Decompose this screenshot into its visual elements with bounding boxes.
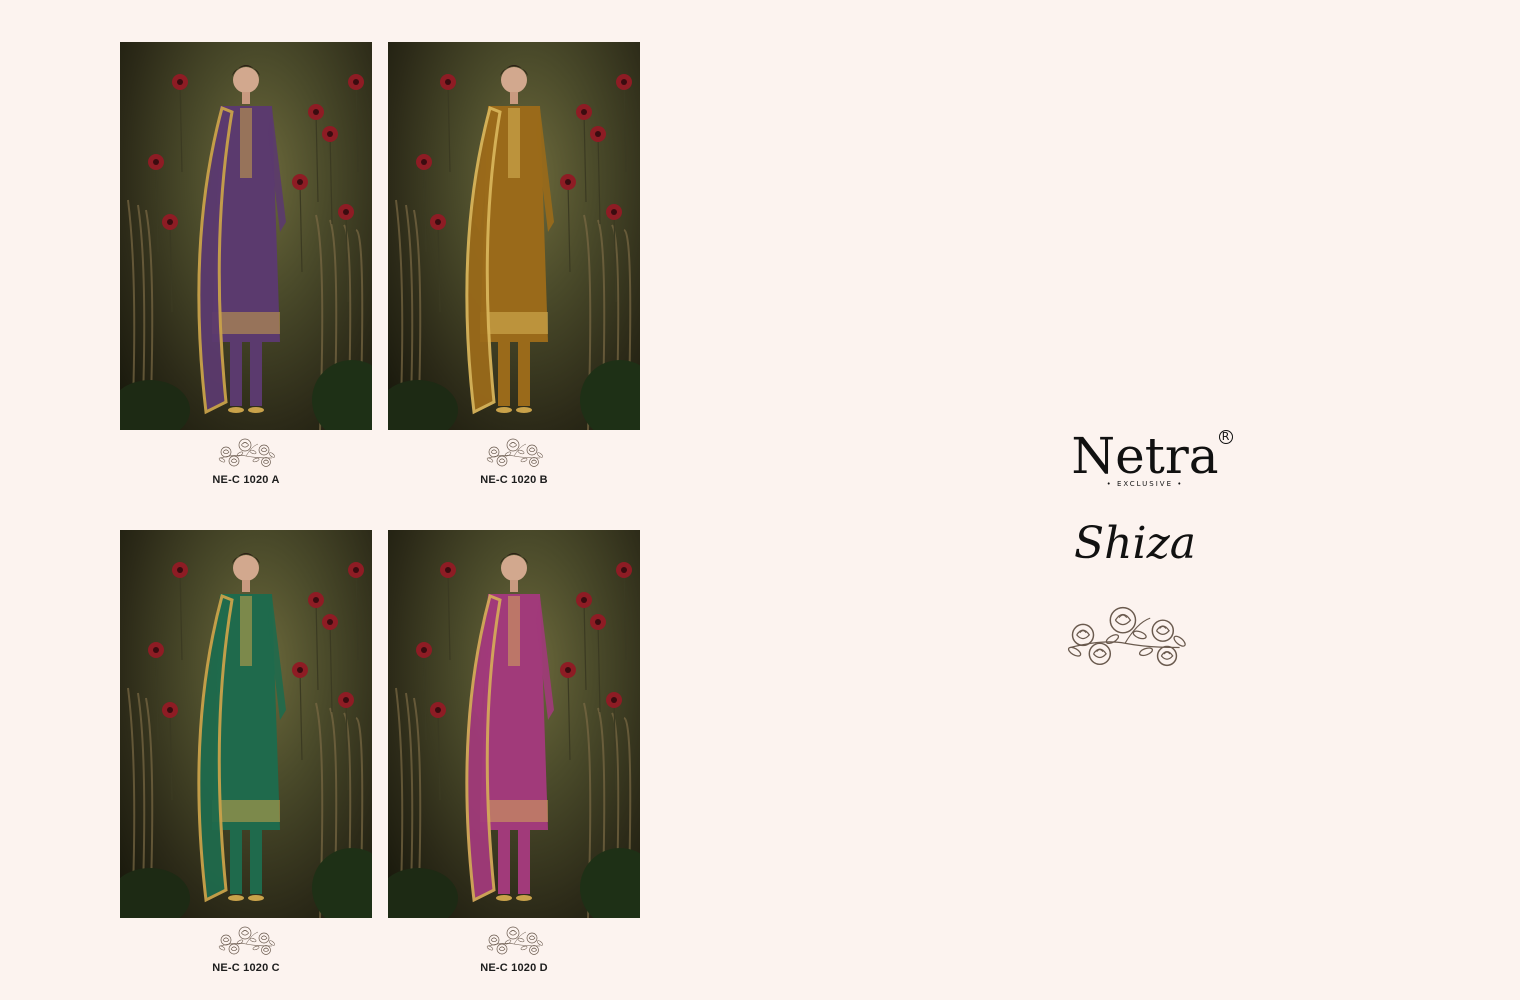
- brand-logo: Netra R • EXCLUSIVE •: [1060, 427, 1233, 488]
- product-card-d[interactable]: NE-C 1020 D: [388, 530, 640, 974]
- rose-cluster-icon: [1067, 606, 1186, 667]
- rose-cluster-icon: [218, 438, 275, 467]
- brand-name-text: Netra: [1071, 427, 1219, 485]
- photo-scene: [388, 553, 640, 918]
- photo-scene: [120, 65, 372, 430]
- collection-title: Shiza: [1074, 518, 1196, 569]
- product-card-b[interactable]: NE-C 1020 B: [388, 42, 640, 486]
- product-photo-b[interactable]: [388, 42, 640, 430]
- brand-name: Netra R: [1071, 427, 1233, 485]
- product-code-c: NE-C 1020 C: [212, 962, 280, 974]
- photo-scene: [388, 65, 640, 430]
- product-code-b: NE-C 1020 B: [480, 474, 548, 486]
- photo-scene: [120, 553, 372, 918]
- product-code-d: NE-C 1020 D: [480, 962, 548, 974]
- product-photo-c[interactable]: [120, 530, 372, 918]
- product-photo-d[interactable]: [388, 530, 640, 918]
- rose-cluster-icon: [218, 926, 275, 955]
- rose-cluster-icon: [486, 438, 543, 467]
- product-card-c[interactable]: NE-C 1020 C: [120, 530, 372, 974]
- product-card-a[interactable]: NE-C 1020 A: [120, 42, 372, 486]
- rose-cluster-icon: [486, 926, 543, 955]
- product-photo-a[interactable]: [120, 42, 372, 430]
- product-code-a: NE-C 1020 A: [212, 474, 280, 486]
- registered-mark: R: [1218, 430, 1233, 444]
